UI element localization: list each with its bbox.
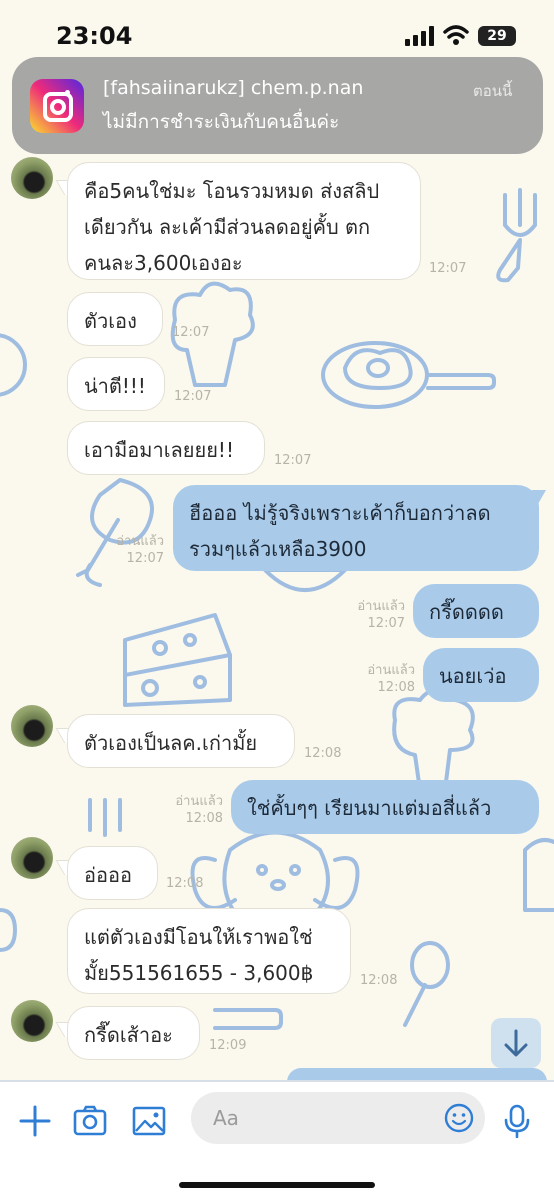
wifi-icon [443,25,469,45]
incoming-message[interactable]: น่าตี!!! [67,357,165,411]
incoming-message[interactable]: คือ5คนใช่มะ โอนรวมหมด ส่งสลิป เดียวกัน ล… [67,162,421,280]
read-label: อ่านแล้ว [175,794,223,809]
message-time: 12:07 [172,325,210,340]
avatar[interactable] [11,837,53,879]
message-line: เอามือมาเลยยย!! [84,438,234,462]
read-label: อ่านแล้ว [367,663,415,678]
status-bar: 23:04 29 [0,0,554,60]
camera-icon[interactable] [73,1104,107,1138]
outgoing-message[interactable]: นอยเว่อ [423,648,539,702]
message-line: แต่ตัวเองมีโอนให้เราพอใช่ [84,925,313,949]
message-line: อ่อออ [84,863,133,887]
message-line: กรี๊ดเส้าอะ [84,1023,173,1047]
avatar[interactable] [11,705,53,747]
battery-icon: 29 [478,26,516,46]
message-time: 12:08 [377,680,415,695]
incoming-message[interactable]: แต่ตัวเองมีโอนให้เราพอใช่ มั้ย551561655 … [67,908,351,994]
message-line: คือ5คนใช่มะ โอนรวมหมด ส่งสลิป [84,179,380,203]
outgoing-message[interactable]: ฮือออ ไม่รู้จริงเพราะเค้าก็บอกว่าลด รวมๆ… [173,485,539,571]
incoming-message[interactable]: เอามือมาเลยยย!! [67,421,265,475]
read-label: อ่านแล้ว [357,599,405,614]
message-input-bar: Aa [0,1080,554,1202]
read-label: อ่านแล้ว [116,534,164,549]
input-placeholder: Aa [213,1106,239,1130]
instagram-icon [30,79,84,133]
message-line: ใช่คั้บๆๆ เรียนมาแต่มอสี่แล้ว [247,796,492,820]
message-line: น่าตี!!! [84,374,146,398]
avatar[interactable] [11,157,53,199]
notification-banner[interactable]: [fahsaiinarukz] chem.p.nan ไม่มีการชำระเ… [12,57,543,154]
message-time: 12:07 [429,261,467,276]
outgoing-message[interactable]: กรี๊ดดดด [413,584,539,638]
arrow-down-icon [504,1029,528,1057]
incoming-message[interactable]: กรี๊ดเส้าอะ [67,1006,200,1060]
outgoing-message[interactable]: ใช่คั้บๆๆ เรียนมาแต่มอสี่แล้ว [231,780,539,834]
avatar[interactable] [11,1000,53,1042]
message-time: 12:07 [126,551,164,566]
scroll-to-bottom-button[interactable] [491,1018,541,1068]
read-receipt: อ่านแล้ว 12:07 [345,598,405,632]
message-line: ตัวเอง [84,309,137,333]
message-time: 12:08 [166,876,204,891]
home-indicator[interactable] [179,1182,375,1188]
microphone-icon[interactable] [500,1104,534,1138]
cellular-signal-icon [405,26,434,46]
message-time: 12:09 [209,1038,247,1053]
read-receipt: อ่านแล้ว 12:07 [108,533,164,567]
message-line: มั้ย551561655 - 3,600฿ [84,961,314,985]
message-line: ฮือออ ไม่รู้จริงเพราะเค้าก็บอกว่าลด [189,501,491,525]
incoming-message[interactable]: ตัวเองเป็นลค.เก่ามั้ย [67,714,295,768]
message-time: 12:08 [304,746,342,761]
emoji-icon[interactable] [444,1103,474,1133]
notification-time: ตอนนี้ [473,82,513,100]
message-time: 12:07 [274,453,312,468]
message-line: เดียวกัน ละเค้ามีส่วนลดอยู่คั้บ ตก [84,215,371,239]
image-icon[interactable] [132,1104,166,1138]
message-time: 12:08 [185,811,223,826]
message-line: กรี๊ดดดด [429,600,504,624]
message-line: ตัวเองเป็นลค.เก่ามั้ย [84,731,258,755]
incoming-message[interactable]: ตัวเอง [67,292,163,346]
status-time: 23:04 [56,22,133,50]
message-line: รวมๆแล้วเหลือ3900 [189,537,367,561]
notification-title: [fahsaiinarukz] chem.p.nan [103,77,364,99]
message-line: นอยเว่อ [439,664,507,688]
read-receipt: อ่านแล้ว 12:08 [355,662,415,696]
incoming-message[interactable]: อ่อออ [67,846,158,900]
plus-icon[interactable] [18,1104,52,1138]
message-time: 12:08 [360,973,398,988]
notification-body: ไม่มีการชำระเงินกับคนอื่นค่ะ [103,111,340,133]
read-receipt: อ่านแล้ว 12:08 [163,793,223,827]
message-time: 12:07 [367,616,405,631]
message-input[interactable]: Aa [191,1092,485,1144]
message-time: 12:07 [174,389,212,404]
message-line: คนละ3,600เองอะ [84,251,243,275]
